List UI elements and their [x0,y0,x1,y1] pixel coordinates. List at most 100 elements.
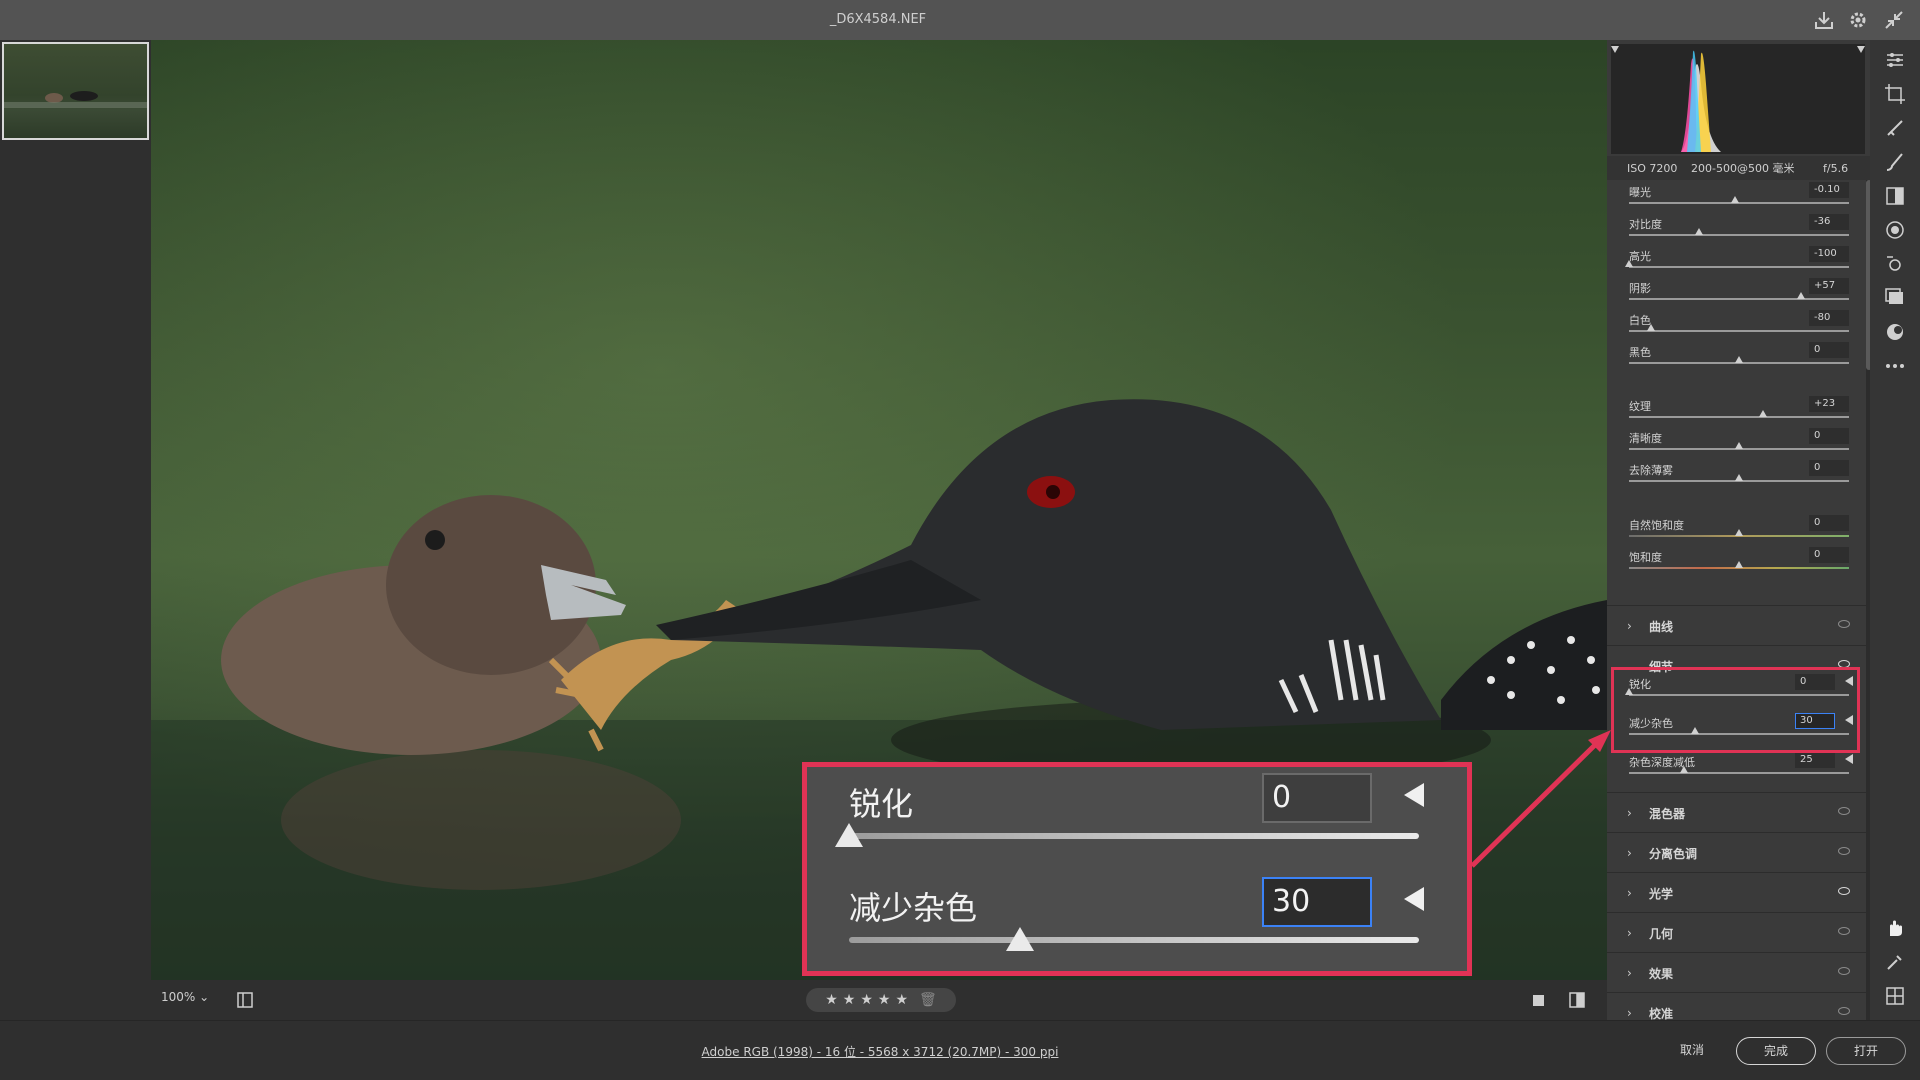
star-icon[interactable]: ★ [895,992,908,1008]
done-button[interactable]: 完成 [1736,1037,1816,1065]
slider-basic-thumb[interactable] [1796,292,1805,299]
slider-basic-thumb[interactable] [1759,410,1768,417]
trash-icon[interactable]: 🗑 [919,992,937,1008]
slider-basic-thumb[interactable] [1695,228,1704,235]
callout-sharpen-slider[interactable] [849,833,1419,839]
slider-basic-input[interactable]: 0 [1809,547,1849,563]
slider-color-noise-thumb[interactable] [1680,766,1688,773]
slider-basic-input[interactable]: -80 [1809,310,1849,326]
section-curve[interactable]: › 曲线 [1607,605,1870,645]
eye-icon[interactable] [1838,887,1850,895]
slider-basic-thumb[interactable] [1735,356,1743,363]
slider-basic-track[interactable] [1629,416,1849,418]
slider-basic-input[interactable]: -36 [1809,214,1849,230]
filmstrip-toggle-icon[interactable] [235,990,255,1010]
eye-icon[interactable] [1838,620,1850,628]
slider-basic-input[interactable]: 0 [1809,460,1849,476]
workflow-options-link[interactable]: Adobe RGB (1998) - 16 位 - 5568 x 3712 (2… [0,1043,1760,1060]
slider-basic[interactable]: 阴影 +57 [1629,278,1849,310]
section-geometry[interactable]: › 几何 [1607,912,1870,952]
slider-basic[interactable]: 高光 -100 [1625,246,1849,278]
eye-icon[interactable] [1838,927,1850,935]
more-icon[interactable] [1883,354,1907,378]
red-eye-icon[interactable] [1883,252,1907,276]
slider-basic[interactable]: 自然饱和度 0 [1629,515,1849,547]
slider-basic-input[interactable]: +23 [1809,396,1849,412]
section-mixer[interactable]: › 混色器 [1607,792,1870,832]
graduated-filter-icon[interactable] [1883,184,1907,208]
star-icon[interactable]: ★ [878,992,891,1008]
slider-basic-input[interactable]: 0 [1809,428,1849,444]
callout-noise-reset-icon[interactable] [1404,887,1424,911]
collapse-icon[interactable] [1882,8,1906,32]
slider-basic[interactable]: 对比度 -36 [1629,214,1849,246]
slider-basic-thumb[interactable] [1730,196,1739,203]
slider-color-noise-input[interactable]: 25 [1795,752,1835,768]
slider-basic[interactable]: 去除薄雾 0 [1629,460,1849,492]
slider-basic[interactable]: 黑色 0 [1629,342,1849,374]
section-effects[interactable]: › 效果 [1607,952,1870,992]
slider-basic-thumb[interactable] [1735,442,1743,449]
slider-basic-input[interactable]: 0 [1809,515,1849,531]
zoom-dropdown[interactable]: 100% ⌄ [161,990,209,1004]
save-icon[interactable] [1812,8,1836,32]
slider-basic-thumb[interactable] [1735,561,1743,568]
slider-basic[interactable]: 白色 -80 [1629,310,1849,342]
slider-basic-track[interactable] [1629,330,1849,332]
section-calibration[interactable]: › 校准 [1607,992,1870,1020]
slider-color-noise[interactable]: 杂色深度减低 25 [1629,752,1853,784]
shadow-clip-icon[interactable] [1611,46,1619,53]
slider-basic[interactable]: 饱和度 0 [1629,547,1849,579]
healing-icon[interactable] [1883,116,1907,140]
rating-stars[interactable]: ★ ★ ★ ★ ★ 🗑 [806,988,956,1012]
eye-icon[interactable] [1838,1007,1850,1015]
hand-icon[interactable] [1883,916,1907,940]
slider-basic[interactable]: 纹理 +23 [1629,396,1849,428]
callout-noise-slider[interactable] [849,937,1419,943]
slider-basic-input[interactable]: -0.10 [1809,182,1849,198]
eyedropper-icon[interactable] [1883,950,1907,974]
single-view-icon[interactable] [1531,992,1547,1008]
gear-icon[interactable] [1846,8,1870,32]
slider-basic[interactable]: 清晰度 0 [1629,428,1849,460]
slider-basic[interactable]: 曝光 -0.10 [1629,182,1849,214]
callout-sharpen-slider-thumb[interactable] [835,823,863,847]
slider-basic-thumb[interactable] [1625,260,1633,267]
highlight-clip-icon[interactable] [1857,46,1865,53]
slider-basic-track[interactable] [1629,234,1849,236]
grid-icon[interactable] [1883,984,1907,1008]
reset-icon[interactable] [1845,754,1853,764]
callout-noise-input[interactable]: 30 [1262,877,1372,927]
slider-basic-input[interactable]: -100 [1809,246,1849,262]
callout-noise-slider-thumb[interactable] [1006,927,1034,951]
star-icon[interactable]: ★ [825,992,838,1008]
slider-basic-thumb[interactable] [1735,529,1743,536]
slider-basic-input[interactable]: 0 [1809,342,1849,358]
section-optics[interactable]: › 光学 [1607,872,1870,912]
callout-sharpen-reset-icon[interactable] [1404,783,1424,807]
star-icon[interactable]: ★ [860,992,873,1008]
callout-sharpen-input[interactable]: 0 [1262,773,1372,823]
image-thumbnail[interactable] [2,42,149,140]
eye-icon[interactable] [1838,807,1850,815]
slider-color-noise-track[interactable] [1629,772,1849,774]
compare-view-icon[interactable] [1567,990,1587,1010]
presets-icon[interactable] [1883,320,1907,344]
slider-basic-thumb[interactable] [1647,324,1655,331]
star-icon[interactable]: ★ [843,992,856,1008]
eye-icon[interactable] [1838,967,1850,975]
radial-filter-icon[interactable] [1883,218,1907,242]
crop-icon[interactable] [1883,82,1907,106]
brush-icon[interactable] [1883,150,1907,174]
slider-basic-track[interactable] [1629,298,1849,300]
eye-icon[interactable] [1838,847,1850,855]
snapshots-icon[interactable] [1883,286,1907,310]
slider-basic-input[interactable]: +57 [1809,278,1849,294]
slider-basic-track[interactable] [1629,266,1849,268]
open-button[interactable]: 打开 [1826,1037,1906,1065]
section-split-toning[interactable]: › 分离色调 [1607,832,1870,872]
slider-basic-thumb[interactable] [1735,474,1743,481]
cancel-button[interactable]: 取消 [1662,1037,1722,1065]
edit-sliders-icon[interactable] [1883,48,1907,72]
slider-basic-track[interactable] [1629,202,1849,204]
